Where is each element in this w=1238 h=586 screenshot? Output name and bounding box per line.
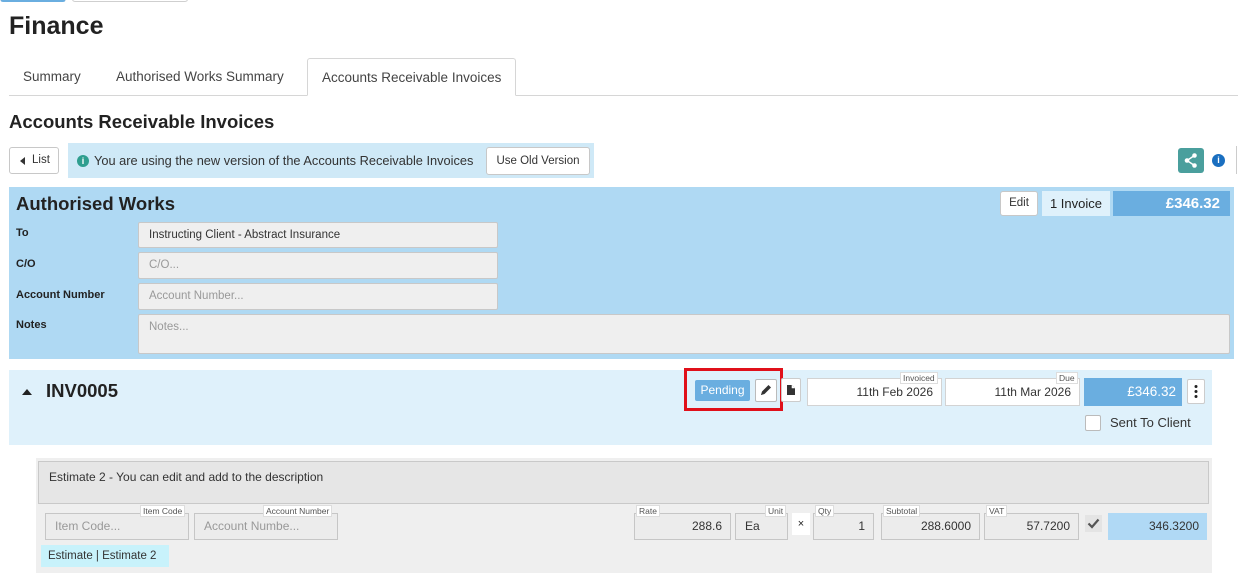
invoiced-label: Invoiced [900, 372, 938, 384]
collapse-caret-icon[interactable] [22, 389, 32, 395]
top-button-partial[interactable] [72, 0, 188, 2]
share-button[interactable] [1178, 148, 1204, 173]
qty-field[interactable]: 1 [813, 513, 874, 540]
vat-field: 57.7200 [984, 513, 1079, 540]
info-button[interactable]: i [1208, 150, 1228, 170]
rate-field[interactable]: 288.6 [634, 513, 731, 540]
tab-summary[interactable]: Summary [9, 58, 95, 96]
line-account-number-label: Account Number [263, 505, 333, 517]
use-old-version-button[interactable]: Use Old Version [486, 147, 590, 175]
rate-label: Rate [636, 505, 660, 517]
list-button-label: List [32, 154, 50, 166]
qty-label: Qty [815, 505, 835, 517]
due-label: Due [1056, 372, 1078, 384]
tab-accounts-receivable-invoices[interactable]: Accounts Receivable Invoices [307, 58, 517, 96]
co-label: C/O [16, 258, 36, 270]
invoice-amount: £346.32 [1084, 378, 1182, 406]
tab-authorised-works-summary[interactable]: Authorised Works Summary [102, 58, 298, 96]
info-circle-icon: i [1212, 154, 1225, 167]
notice-text: You are using the new version of the Acc… [94, 153, 474, 168]
list-button[interactable]: List [9, 147, 59, 174]
line-account-number-field[interactable]: Account Numbe... [194, 513, 338, 540]
sent-to-client-checkbox[interactable] [1085, 415, 1101, 431]
line-description[interactable]: Estimate 2 - You can edit and add to the… [38, 461, 1209, 504]
to-label: To [16, 227, 29, 239]
notes-field[interactable]: Notes... [138, 314, 1230, 354]
subtotal-field: 288.6000 [881, 513, 980, 540]
tab-bar: Summary Authorised Works Summary Account… [9, 58, 1238, 96]
authorised-works-total: £346.32 [1113, 191, 1230, 216]
invoice-count: 1 Invoice [1042, 191, 1110, 216]
unit-label: Unit [765, 505, 787, 517]
invoice-number: INV0005 [46, 380, 118, 401]
section-title: Accounts Receivable Invoices [9, 111, 275, 132]
page-title: Finance [9, 12, 104, 40]
item-code-field[interactable]: Item Code... [45, 513, 189, 540]
estimate-tag[interactable]: Estimate | Estimate 2 [41, 545, 169, 567]
top-tab-partial[interactable] [0, 0, 66, 2]
caret-left-icon [20, 157, 25, 165]
to-field[interactable]: Instructing Client - Abstract Insurance [138, 222, 498, 248]
sent-to-client-label: Sent To Client [1110, 415, 1191, 430]
unit-field[interactable]: Ea [735, 513, 788, 540]
edit-button[interactable]: Edit [1000, 191, 1038, 216]
kebab-menu-button[interactable] [1187, 379, 1205, 404]
item-code-label: Item Code [140, 505, 186, 517]
vat-label: VAT [986, 505, 1008, 517]
checkmark-icon [1087, 518, 1100, 529]
kebab-menu-icon [1194, 385, 1198, 398]
account-number-field[interactable]: Account Number... [138, 283, 498, 310]
document-icon [787, 385, 795, 395]
vat-checkbox[interactable] [1085, 515, 1102, 532]
co-field[interactable]: C/O... [138, 252, 498, 279]
info-icon: i [77, 155, 89, 167]
multiply-sign: × [792, 513, 810, 535]
notes-label: Notes [16, 319, 47, 331]
highlight-box [684, 368, 783, 411]
account-number-label: Account Number [16, 289, 105, 301]
subtotal-label: Subtotal [883, 505, 921, 517]
document-button[interactable] [781, 378, 801, 402]
divider [1236, 146, 1237, 174]
authorised-works-title: Authorised Works [16, 193, 175, 214]
share-icon [1184, 153, 1197, 168]
line-total: 346.3200 [1108, 513, 1207, 540]
